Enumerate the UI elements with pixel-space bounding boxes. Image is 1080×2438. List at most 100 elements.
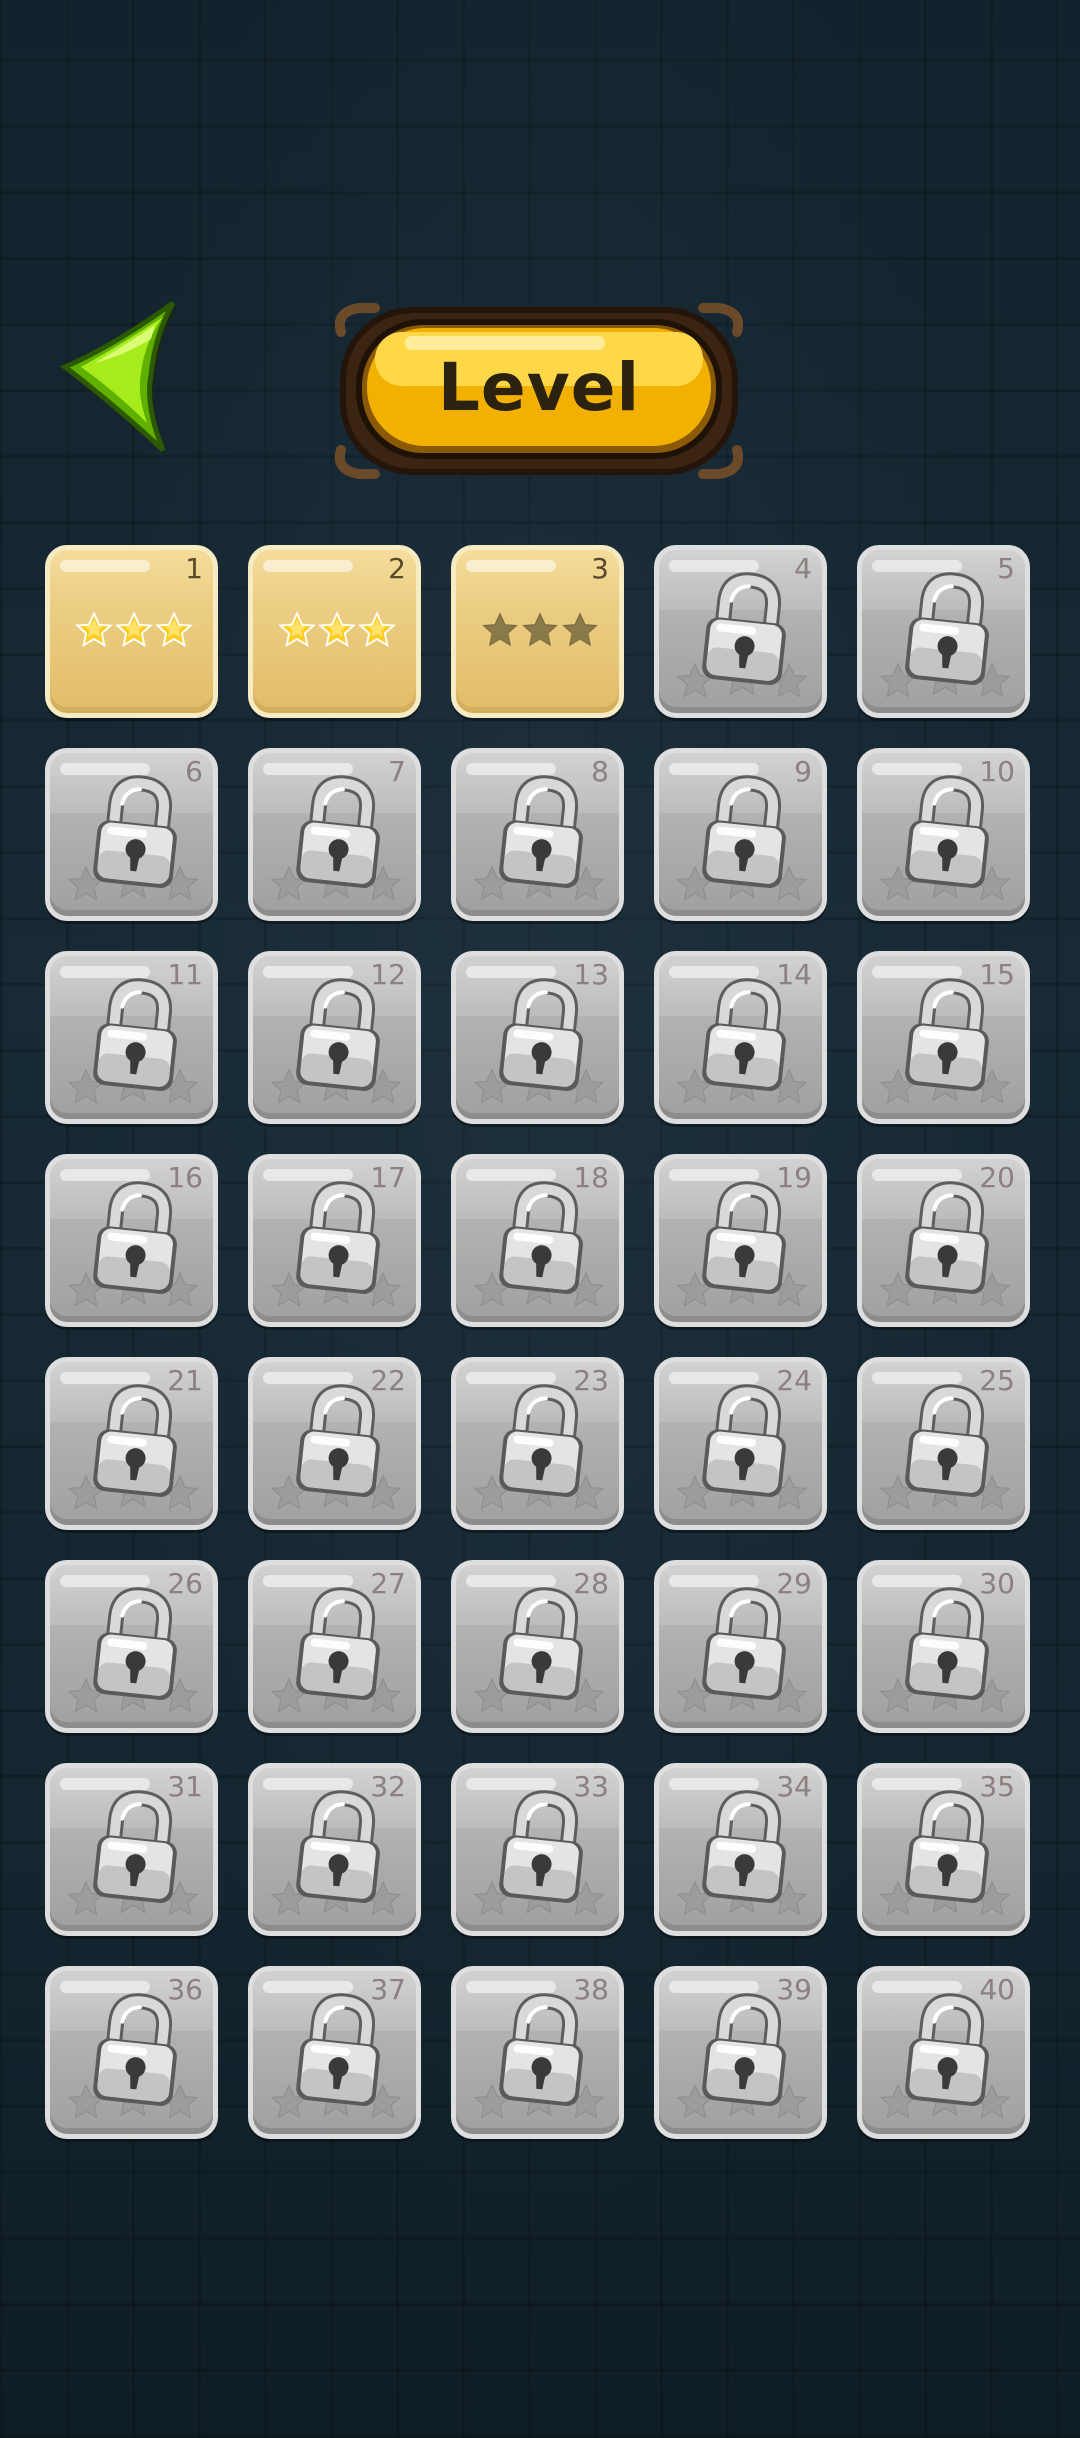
level-number: 12 <box>370 958 406 991</box>
tile-shine <box>872 560 962 572</box>
level-tile-6[interactable]: 6 <box>45 748 218 921</box>
level-number: 13 <box>573 958 609 991</box>
padlock-icon <box>702 1790 786 1903</box>
tile-shine <box>872 1169 962 1181</box>
padlock-icon <box>702 1181 786 1294</box>
level-number: 30 <box>979 1567 1015 1600</box>
padlock-icon <box>905 1181 989 1294</box>
level-number: 18 <box>573 1161 609 1194</box>
tile-shine <box>263 560 353 572</box>
level-number: 23 <box>573 1364 609 1397</box>
tile-shine <box>669 560 759 572</box>
level-tile-31[interactable]: 31 <box>45 1763 218 1936</box>
level-tile-17[interactable]: 17 <box>248 1154 421 1327</box>
level-number: 1 <box>185 552 203 585</box>
padlock-icon <box>93 1993 177 2106</box>
padlock-icon <box>296 1587 380 1700</box>
tile-shine <box>466 966 556 978</box>
level-number: 26 <box>167 1567 203 1600</box>
level-tile-16[interactable]: 16 <box>45 1154 218 1327</box>
level-tile-21[interactable]: 21 <box>45 1357 218 1530</box>
level-tile-25[interactable]: 25 <box>857 1357 1030 1530</box>
level-number: 19 <box>776 1161 812 1194</box>
level-tile-7[interactable]: 7 <box>248 748 421 921</box>
tile-shine <box>872 1778 962 1790</box>
level-tile-11[interactable]: 11 <box>45 951 218 1124</box>
tile-shine <box>466 1778 556 1790</box>
level-tile-33[interactable]: 33 <box>451 1763 624 1936</box>
tile-shine <box>466 763 556 775</box>
level-tile-38[interactable]: 38 <box>451 1966 624 2139</box>
level-tile-30[interactable]: 30 <box>857 1560 1030 1733</box>
padlock-icon <box>499 1181 583 1294</box>
level-number: 29 <box>776 1567 812 1600</box>
level-number: 39 <box>776 1973 812 2006</box>
padlock-icon <box>905 1993 989 2106</box>
level-tile-2[interactable]: 2 <box>248 545 421 718</box>
level-number: 4 <box>794 552 812 585</box>
padlock-icon <box>499 1790 583 1903</box>
level-number: 33 <box>573 1770 609 1803</box>
padlock-icon <box>702 775 786 888</box>
level-number: 28 <box>573 1567 609 1600</box>
tile-shine <box>60 1169 150 1181</box>
tile-shine <box>872 1981 962 1993</box>
level-tile-5[interactable]: 5 <box>857 545 1030 718</box>
level-tile-4[interactable]: 4 <box>654 545 827 718</box>
level-tile-9[interactable]: 9 <box>654 748 827 921</box>
level-number: 24 <box>776 1364 812 1397</box>
tile-shine <box>263 1372 353 1384</box>
level-tile-32[interactable]: 32 <box>248 1763 421 1936</box>
level-tile-10[interactable]: 10 <box>857 748 1030 921</box>
level-tile-19[interactable]: 19 <box>654 1154 827 1327</box>
level-number: 35 <box>979 1770 1015 1803</box>
back-button[interactable] <box>55 295 185 465</box>
padlock-icon <box>499 775 583 888</box>
level-number: 7 <box>388 755 406 788</box>
level-tile-12[interactable]: 12 <box>248 951 421 1124</box>
tile-shine <box>60 1372 150 1384</box>
level-number: 27 <box>370 1567 406 1600</box>
level-tile-14[interactable]: 14 <box>654 951 827 1124</box>
level-tile-27[interactable]: 27 <box>248 1560 421 1733</box>
level-tile-37[interactable]: 37 <box>248 1966 421 2139</box>
level-tile-40[interactable]: 40 <box>857 1966 1030 2139</box>
level-tile-29[interactable]: 29 <box>654 1560 827 1733</box>
level-tile-36[interactable]: 36 <box>45 1966 218 2139</box>
padlock-icon <box>93 1384 177 1497</box>
level-tile-15[interactable]: 15 <box>857 951 1030 1124</box>
padlock-icon <box>702 1384 786 1497</box>
level-tile-39[interactable]: 39 <box>654 1966 827 2139</box>
padlock-icon <box>499 1384 583 1497</box>
tile-shine <box>872 763 962 775</box>
level-number: 36 <box>167 1973 203 2006</box>
level-number: 32 <box>370 1770 406 1803</box>
level-tile-20[interactable]: 20 <box>857 1154 1030 1327</box>
level-tile-1[interactable]: 1 <box>45 545 218 718</box>
page-title: Level <box>437 348 641 426</box>
tile-shine <box>263 1778 353 1790</box>
level-tile-34[interactable]: 34 <box>654 1763 827 1936</box>
level-tile-28[interactable]: 28 <box>451 1560 624 1733</box>
level-tile-8[interactable]: 8 <box>451 748 624 921</box>
level-tile-35[interactable]: 35 <box>857 1763 1030 1936</box>
level-tile-23[interactable]: 23 <box>451 1357 624 1530</box>
padlock-icon <box>296 1993 380 2106</box>
level-number: 25 <box>979 1364 1015 1397</box>
level-tile-3[interactable]: 3 <box>451 545 624 718</box>
padlock-icon <box>905 775 989 888</box>
level-tile-22[interactable]: 22 <box>248 1357 421 1530</box>
padlock-icon <box>296 978 380 1091</box>
level-tile-18[interactable]: 18 <box>451 1154 624 1327</box>
padlock-icon <box>93 1181 177 1294</box>
padlock-icon <box>296 1181 380 1294</box>
level-tile-26[interactable]: 26 <box>45 1560 218 1733</box>
tile-shine <box>60 560 150 572</box>
stars-earned-icon <box>75 611 193 648</box>
level-number: 14 <box>776 958 812 991</box>
level-number: 2 <box>388 552 406 585</box>
padlock-icon <box>93 775 177 888</box>
level-tile-13[interactable]: 13 <box>451 951 624 1124</box>
level-tile-24[interactable]: 24 <box>654 1357 827 1530</box>
tile-shine <box>872 1372 962 1384</box>
